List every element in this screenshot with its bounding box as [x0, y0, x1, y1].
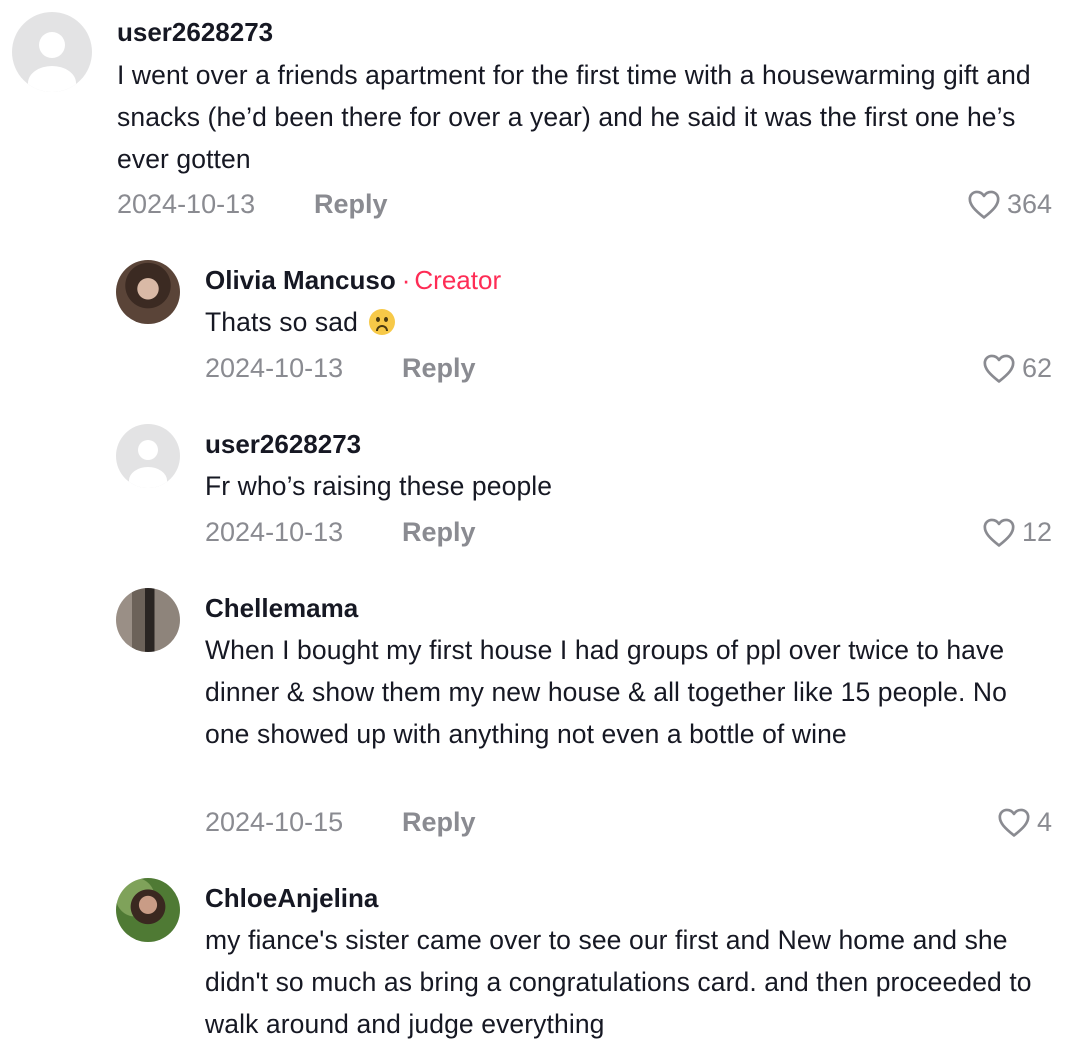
reply-text-content: Thats so sad — [205, 307, 358, 337]
reply-text: When I bought my first house I had group… — [205, 635, 1007, 749]
avatar-body — [28, 66, 76, 92]
reply-username[interactable]: Chellemama — [205, 592, 358, 624]
heart-outline-icon — [968, 190, 1000, 219]
avatar[interactable] — [116, 260, 180, 324]
comment-item: user2628273 I went over a friends apartm… — [0, 0, 1068, 240]
frowning-face-emoji-icon — [369, 309, 396, 335]
reply-date: 2024-10-13 — [205, 517, 344, 547]
avatar[interactable] — [116, 588, 180, 652]
comment-date: 2024-10-13 — [117, 189, 256, 219]
reply-username[interactable]: Olivia Mancuso · Creator — [205, 264, 501, 296]
reply-text: Thats so sad — [205, 301, 1050, 343]
reply-button[interactable]: Reply — [314, 188, 388, 220]
like-button[interactable]: 12 — [982, 514, 1052, 550]
avatar[interactable] — [116, 424, 180, 488]
like-count: 4 — [1036, 807, 1052, 837]
comment-username[interactable]: user2628273 — [117, 16, 273, 48]
avatar-body — [129, 467, 167, 488]
reply-date: 2024-10-15 — [205, 807, 344, 837]
heart-outline-icon — [983, 518, 1015, 547]
like-count: 62 — [1021, 353, 1052, 383]
heart-outline-icon — [998, 808, 1030, 837]
avatar-head — [138, 440, 158, 460]
like-button[interactable]: 364 — [967, 186, 1052, 222]
reply-button[interactable]: Reply — [402, 352, 476, 384]
creator-badge: Creator — [414, 265, 502, 295]
reply-button[interactable]: Reply — [402, 806, 476, 838]
reply-username[interactable]: ChloeAnjelina — [205, 882, 378, 914]
like-button[interactable]: 62 — [982, 350, 1052, 386]
like-button[interactable]: 4 — [997, 804, 1052, 840]
comment-text: I went over a friends apartment for the … — [117, 60, 1031, 174]
reply-username[interactable]: user2628273 — [205, 428, 361, 460]
reply-button[interactable]: Reply — [402, 516, 476, 548]
heart-outline-icon — [983, 354, 1015, 383]
reply-text: my fiance's sister came over to see our … — [205, 925, 1032, 1039]
reply-username-text: Olivia Mancuso — [205, 265, 396, 295]
like-count: 364 — [1006, 189, 1052, 219]
reply-text: Fr who’s raising these people — [205, 471, 553, 501]
creator-separator: · — [401, 265, 411, 295]
reply-date: 2024-10-13 — [205, 353, 344, 383]
avatar[interactable] — [116, 878, 180, 942]
like-count: 12 — [1021, 517, 1052, 547]
avatar-head — [39, 32, 65, 58]
avatar[interactable] — [12, 12, 92, 92]
